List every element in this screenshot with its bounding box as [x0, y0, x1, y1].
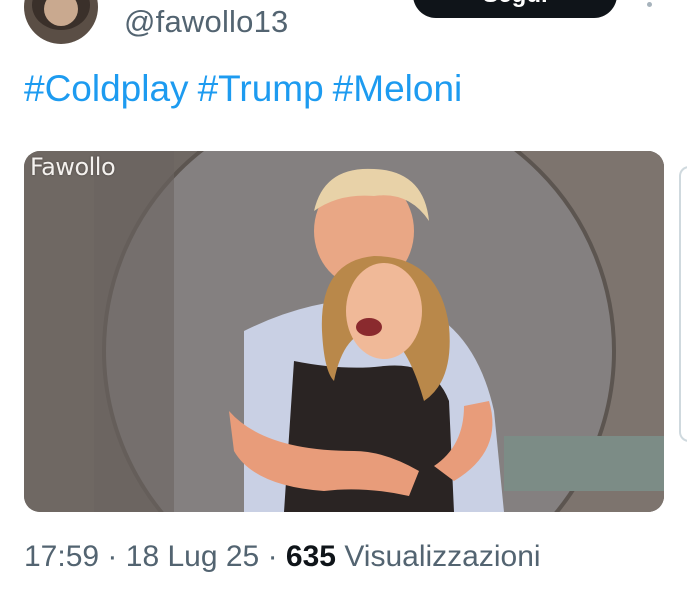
media-illustration	[24, 151, 664, 512]
avatar[interactable]	[24, 0, 98, 44]
tweet-date[interactable]: 18 Lug 25	[126, 540, 259, 573]
hashtag-link[interactable]: #Coldplay	[24, 68, 189, 109]
tweet-time[interactable]: 17:59	[24, 540, 99, 573]
follow-button[interactable]: Segui	[413, 0, 617, 18]
more-options-icon[interactable]	[647, 2, 652, 7]
hashtag-link[interactable]: #Trump	[198, 68, 324, 109]
tweet-media-image[interactable]: Fawollo	[24, 151, 664, 512]
hashtag-link[interactable]: #Meloni	[333, 68, 463, 109]
tweet-hashtags: #Coldplay #Trump #Meloni	[24, 68, 471, 110]
media-watermark: Fawollo	[30, 153, 116, 181]
meta-separator: ·	[107, 540, 118, 573]
author-handle[interactable]: @fawollo13	[124, 4, 288, 40]
meta-separator: ·	[267, 540, 278, 573]
views-count[interactable]: 635	[286, 540, 336, 573]
tweet-meta: 17:59 · 18 Lug 25 · 635 Visualizzazioni	[24, 540, 541, 574]
views-label[interactable]: Visualizzazioni	[344, 540, 540, 573]
next-media-card-edge[interactable]	[679, 166, 687, 442]
